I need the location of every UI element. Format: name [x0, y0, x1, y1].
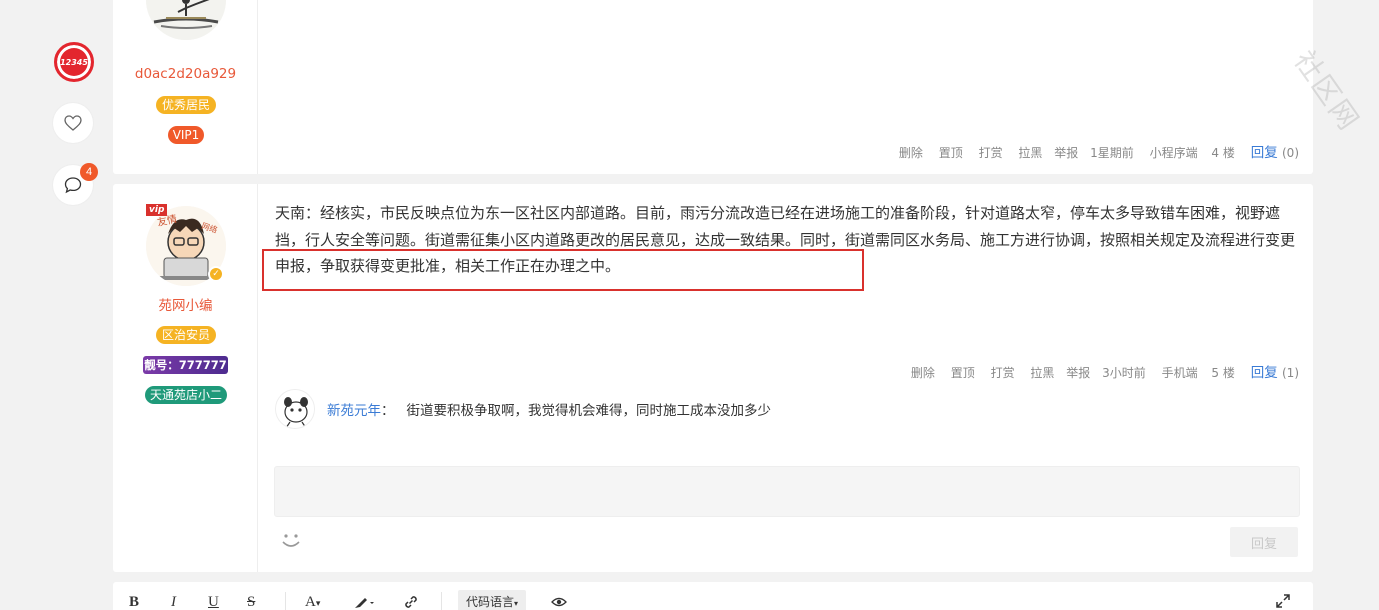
highlight-brush-button[interactable]	[353, 594, 375, 610]
tip-link[interactable]: 打赏	[979, 146, 1003, 160]
tag-security-officer: 区治安员	[156, 326, 216, 344]
like-button[interactable]	[53, 103, 93, 143]
reply-link[interactable]: 回复 (0)	[1251, 145, 1299, 161]
post-client: 小程序端	[1149, 146, 1198, 160]
reply-link[interactable]: 回复 (1)	[1251, 365, 1299, 381]
comment-button[interactable]: 4	[53, 163, 98, 205]
block-link[interactable]: 拉黑	[1030, 366, 1054, 380]
font-color-label: A	[305, 594, 316, 610]
author-username[interactable]: 苑网小编	[113, 294, 258, 314]
reply-count: (1)	[1282, 366, 1299, 380]
underline-button[interactable]: U	[208, 594, 219, 610]
eye-icon	[551, 597, 567, 607]
report-link[interactable]: 举报	[1054, 146, 1078, 160]
floor-number: 5 楼	[1211, 366, 1235, 380]
strikethrough-button[interactable]: S	[247, 594, 255, 610]
reply-textarea[interactable]	[274, 466, 1300, 517]
author-sidebar: d0ac2d20a929 优秀居民 VIP1	[113, 0, 258, 174]
reply-label: 回复	[1250, 145, 1278, 161]
heart-icon	[64, 115, 82, 131]
editor-toolbar: B I U S A▾ 代码语言▾	[113, 582, 1313, 610]
site-logo-12345[interactable]: 12345	[54, 42, 94, 82]
comment-item: 新苑元年 ： 街道要积极争取啊，我觉得机会难得，同时施工成本没加多少	[275, 389, 771, 429]
italic-button[interactable]: I	[171, 594, 176, 610]
brush-icon	[355, 598, 374, 608]
insert-link-button[interactable]	[403, 594, 419, 610]
report-link[interactable]: 举报	[1066, 366, 1090, 380]
comment-text: 街道要积极争取啊，我觉得机会难得，同时施工成本没加多少	[406, 403, 772, 419]
post-card-floor-5: 友情 网络 vip ✓ 苑网小编 区治安员 靓号：777777 天通苑店小二 天…	[113, 184, 1313, 572]
bold-button[interactable]: B	[129, 594, 139, 610]
pin-link[interactable]: 置顶	[939, 146, 963, 160]
code-language-label: 代码语言	[466, 595, 515, 609]
post-card-floor-4: d0ac2d20a929 优秀居民 VIP1 删除 置顶 打赏 拉黑 举报 1星…	[113, 0, 1313, 174]
avatar[interactable]	[146, 0, 226, 40]
delete-link[interactable]: 删除	[899, 146, 923, 160]
font-color-button[interactable]: A▾	[305, 594, 320, 610]
comment-separator: ：	[381, 403, 395, 419]
emoji-icon[interactable]	[279, 528, 303, 552]
post-actions: 删除 置顶 打赏 拉黑 举报 1星期前 小程序端 4 楼 回复 (0)	[887, 141, 1299, 161]
preview-button[interactable]	[551, 594, 567, 610]
vip-badge: vip	[146, 204, 168, 216]
expand-icon	[1276, 594, 1290, 608]
fullscreen-button[interactable]	[1276, 594, 1290, 610]
tag-shop-assistant: 天通苑店小二	[145, 386, 227, 404]
pin-link[interactable]: 置顶	[951, 366, 975, 380]
reply-count: (0)	[1282, 146, 1299, 160]
post-time: 3小时前	[1102, 366, 1146, 380]
delete-link[interactable]: 删除	[911, 366, 935, 380]
post-actions: 删除 置顶 打赏 拉黑 举报 3小时前 手机端 5 楼 回复 (1)	[899, 361, 1299, 381]
code-language-dropdown[interactable]: 代码语言▾	[458, 590, 527, 610]
comment-avatar-image	[276, 390, 314, 428]
block-link[interactable]: 拉黑	[1018, 146, 1042, 160]
tag-excellent-resident: 优秀居民	[156, 96, 216, 114]
post-client: 手机端	[1161, 366, 1198, 380]
divider	[441, 592, 442, 610]
comment-author[interactable]: 新苑元年	[327, 399, 381, 419]
tip-link[interactable]: 打赏	[991, 366, 1015, 380]
link-icon	[405, 596, 417, 608]
tag-vip-level: VIP1	[168, 126, 204, 144]
reply-label: 回复	[1250, 365, 1278, 381]
author-sidebar: 友情 网络 vip ✓ 苑网小编 区治安员 靓号：777777 天通苑店小二	[113, 184, 258, 572]
comment-count-badge: 4	[80, 163, 98, 181]
reply-submit-button[interactable]: 回复	[1230, 527, 1298, 557]
verified-icon: ✓	[208, 266, 224, 282]
highlight-box	[262, 249, 864, 291]
speech-bubble-icon	[64, 177, 82, 194]
tag-vanity-number: 靓号：777777	[143, 356, 228, 374]
author-username[interactable]: d0ac2d20a929	[113, 66, 258, 82]
logo-text: 12345	[60, 50, 88, 74]
comment-avatar[interactable]	[275, 389, 315, 429]
floor-number: 4 楼	[1211, 146, 1235, 160]
avatar-image	[146, 0, 226, 40]
post-time: 1星期前	[1090, 146, 1134, 160]
divider	[285, 592, 286, 610]
